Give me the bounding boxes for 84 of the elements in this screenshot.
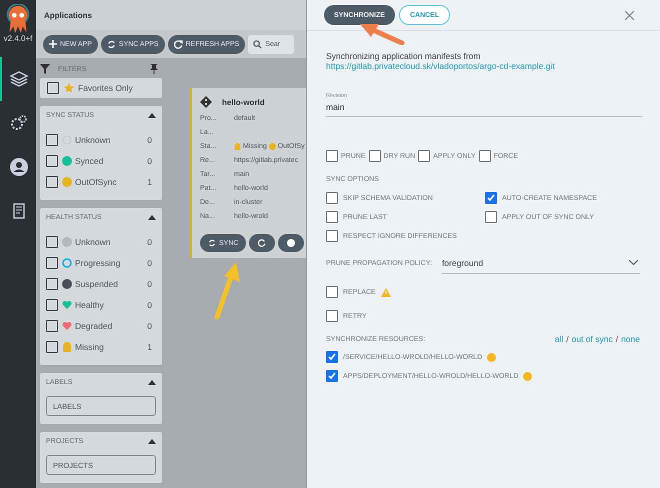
- status-icon: [62, 236, 72, 246]
- status-count: 0: [147, 236, 152, 246]
- git-icon: [200, 96, 212, 108]
- checkbox[interactable]: [326, 351, 338, 363]
- checkbox[interactable]: [326, 150, 338, 162]
- checkbox[interactable]: [485, 192, 497, 204]
- status-icon: [487, 352, 496, 362]
- status-count: 0: [147, 278, 152, 288]
- close-icon[interactable]: [625, 10, 634, 20]
- refresh-icon: [174, 40, 183, 48]
- checkbox[interactable]: [46, 154, 58, 166]
- checkbox[interactable]: [485, 211, 497, 223]
- checkbox[interactable]: [326, 286, 338, 298]
- policy-dropdown[interactable]: foreground: [442, 252, 640, 274]
- circle-icon: [287, 239, 296, 247]
- app-name: hello-world: [222, 98, 265, 106]
- page-title: Applications: [44, 10, 92, 20]
- status-icon: [62, 278, 72, 288]
- checkbox[interactable]: [46, 236, 58, 248]
- checkbox[interactable]: [46, 176, 58, 188]
- warning-icon: [380, 288, 391, 296]
- intro-text: Synchronizing application manifests from: [326, 51, 482, 61]
- status-label: Suspended: [75, 278, 120, 288]
- status-icon: [523, 372, 532, 380]
- separator: /: [566, 334, 569, 344]
- status-icon: [62, 300, 72, 310]
- status-count: 0: [147, 320, 152, 330]
- checkbox[interactable]: [46, 320, 58, 332]
- collapse-icon[interactable]: [148, 380, 156, 385]
- chevron-down-icon: [629, 260, 638, 265]
- status-icon: [268, 142, 276, 150]
- status-label: Degraded: [75, 320, 114, 330]
- sync-icon: [106, 40, 116, 48]
- search-icon: [253, 40, 262, 48]
- status-count: 0: [147, 300, 152, 310]
- checkbox[interactable]: [46, 278, 58, 290]
- status-icon: [234, 142, 241, 150]
- checkbox[interactable]: [326, 230, 338, 242]
- checkbox[interactable]: [326, 211, 338, 223]
- status-count: 0: [147, 258, 152, 268]
- checkbox[interactable]: [46, 256, 58, 268]
- sync-icon: [208, 239, 216, 247]
- checkbox[interactable]: [46, 340, 58, 352]
- version-label: v2.4.0+f: [4, 34, 32, 43]
- status-icon: [62, 258, 72, 268]
- status-label: Unknown: [75, 236, 112, 246]
- status-label: Missing: [75, 342, 105, 352]
- status-label: Progressing: [75, 258, 122, 268]
- filter-icon: [40, 64, 50, 74]
- separator: /: [616, 334, 618, 344]
- status-label: Synced: [75, 156, 104, 166]
- checkbox[interactable]: [418, 150, 430, 162]
- status-label: OutOfSync: [75, 176, 118, 186]
- star-icon: [64, 83, 74, 93]
- status-count: 0: [147, 134, 152, 144]
- pin-icon[interactable]: [150, 64, 158, 74]
- checkbox[interactable]: [478, 150, 491, 162]
- status-icon: [62, 156, 72, 166]
- status-icon: [62, 320, 72, 330]
- status-icon: [62, 176, 72, 186]
- refresh-button[interactable]: [249, 234, 276, 252]
- status-label: Healthy: [75, 300, 105, 310]
- checkbox[interactable]: [326, 370, 338, 382]
- status-label: Unknown: [75, 134, 112, 144]
- checkbox[interactable]: [326, 192, 338, 204]
- refresh-icon: [258, 239, 266, 247]
- annotation-arrow: [212, 260, 242, 320]
- annotation-arrow: [359, 23, 405, 45]
- checkbox[interactable]: [46, 298, 58, 310]
- plus-icon: [49, 40, 57, 48]
- status-icon: [62, 342, 72, 352]
- octopus-logo: [4, 4, 32, 34]
- checkbox[interactable]: [46, 134, 58, 146]
- checkbox[interactable]: [368, 150, 381, 162]
- status-count: 1: [147, 176, 152, 186]
- checkbox[interactable]: [326, 310, 338, 322]
- collapse-icon[interactable]: [148, 439, 156, 444]
- checkbox-label: Favorites Only: [78, 83, 134, 93]
- collapse-icon[interactable]: [148, 215, 156, 220]
- collapse-icon[interactable]: [148, 113, 156, 118]
- status-count: 1: [147, 342, 152, 352]
- delete-button[interactable]: [278, 234, 304, 252]
- checkbox[interactable]: [47, 82, 59, 94]
- status-count: 0: [147, 156, 152, 166]
